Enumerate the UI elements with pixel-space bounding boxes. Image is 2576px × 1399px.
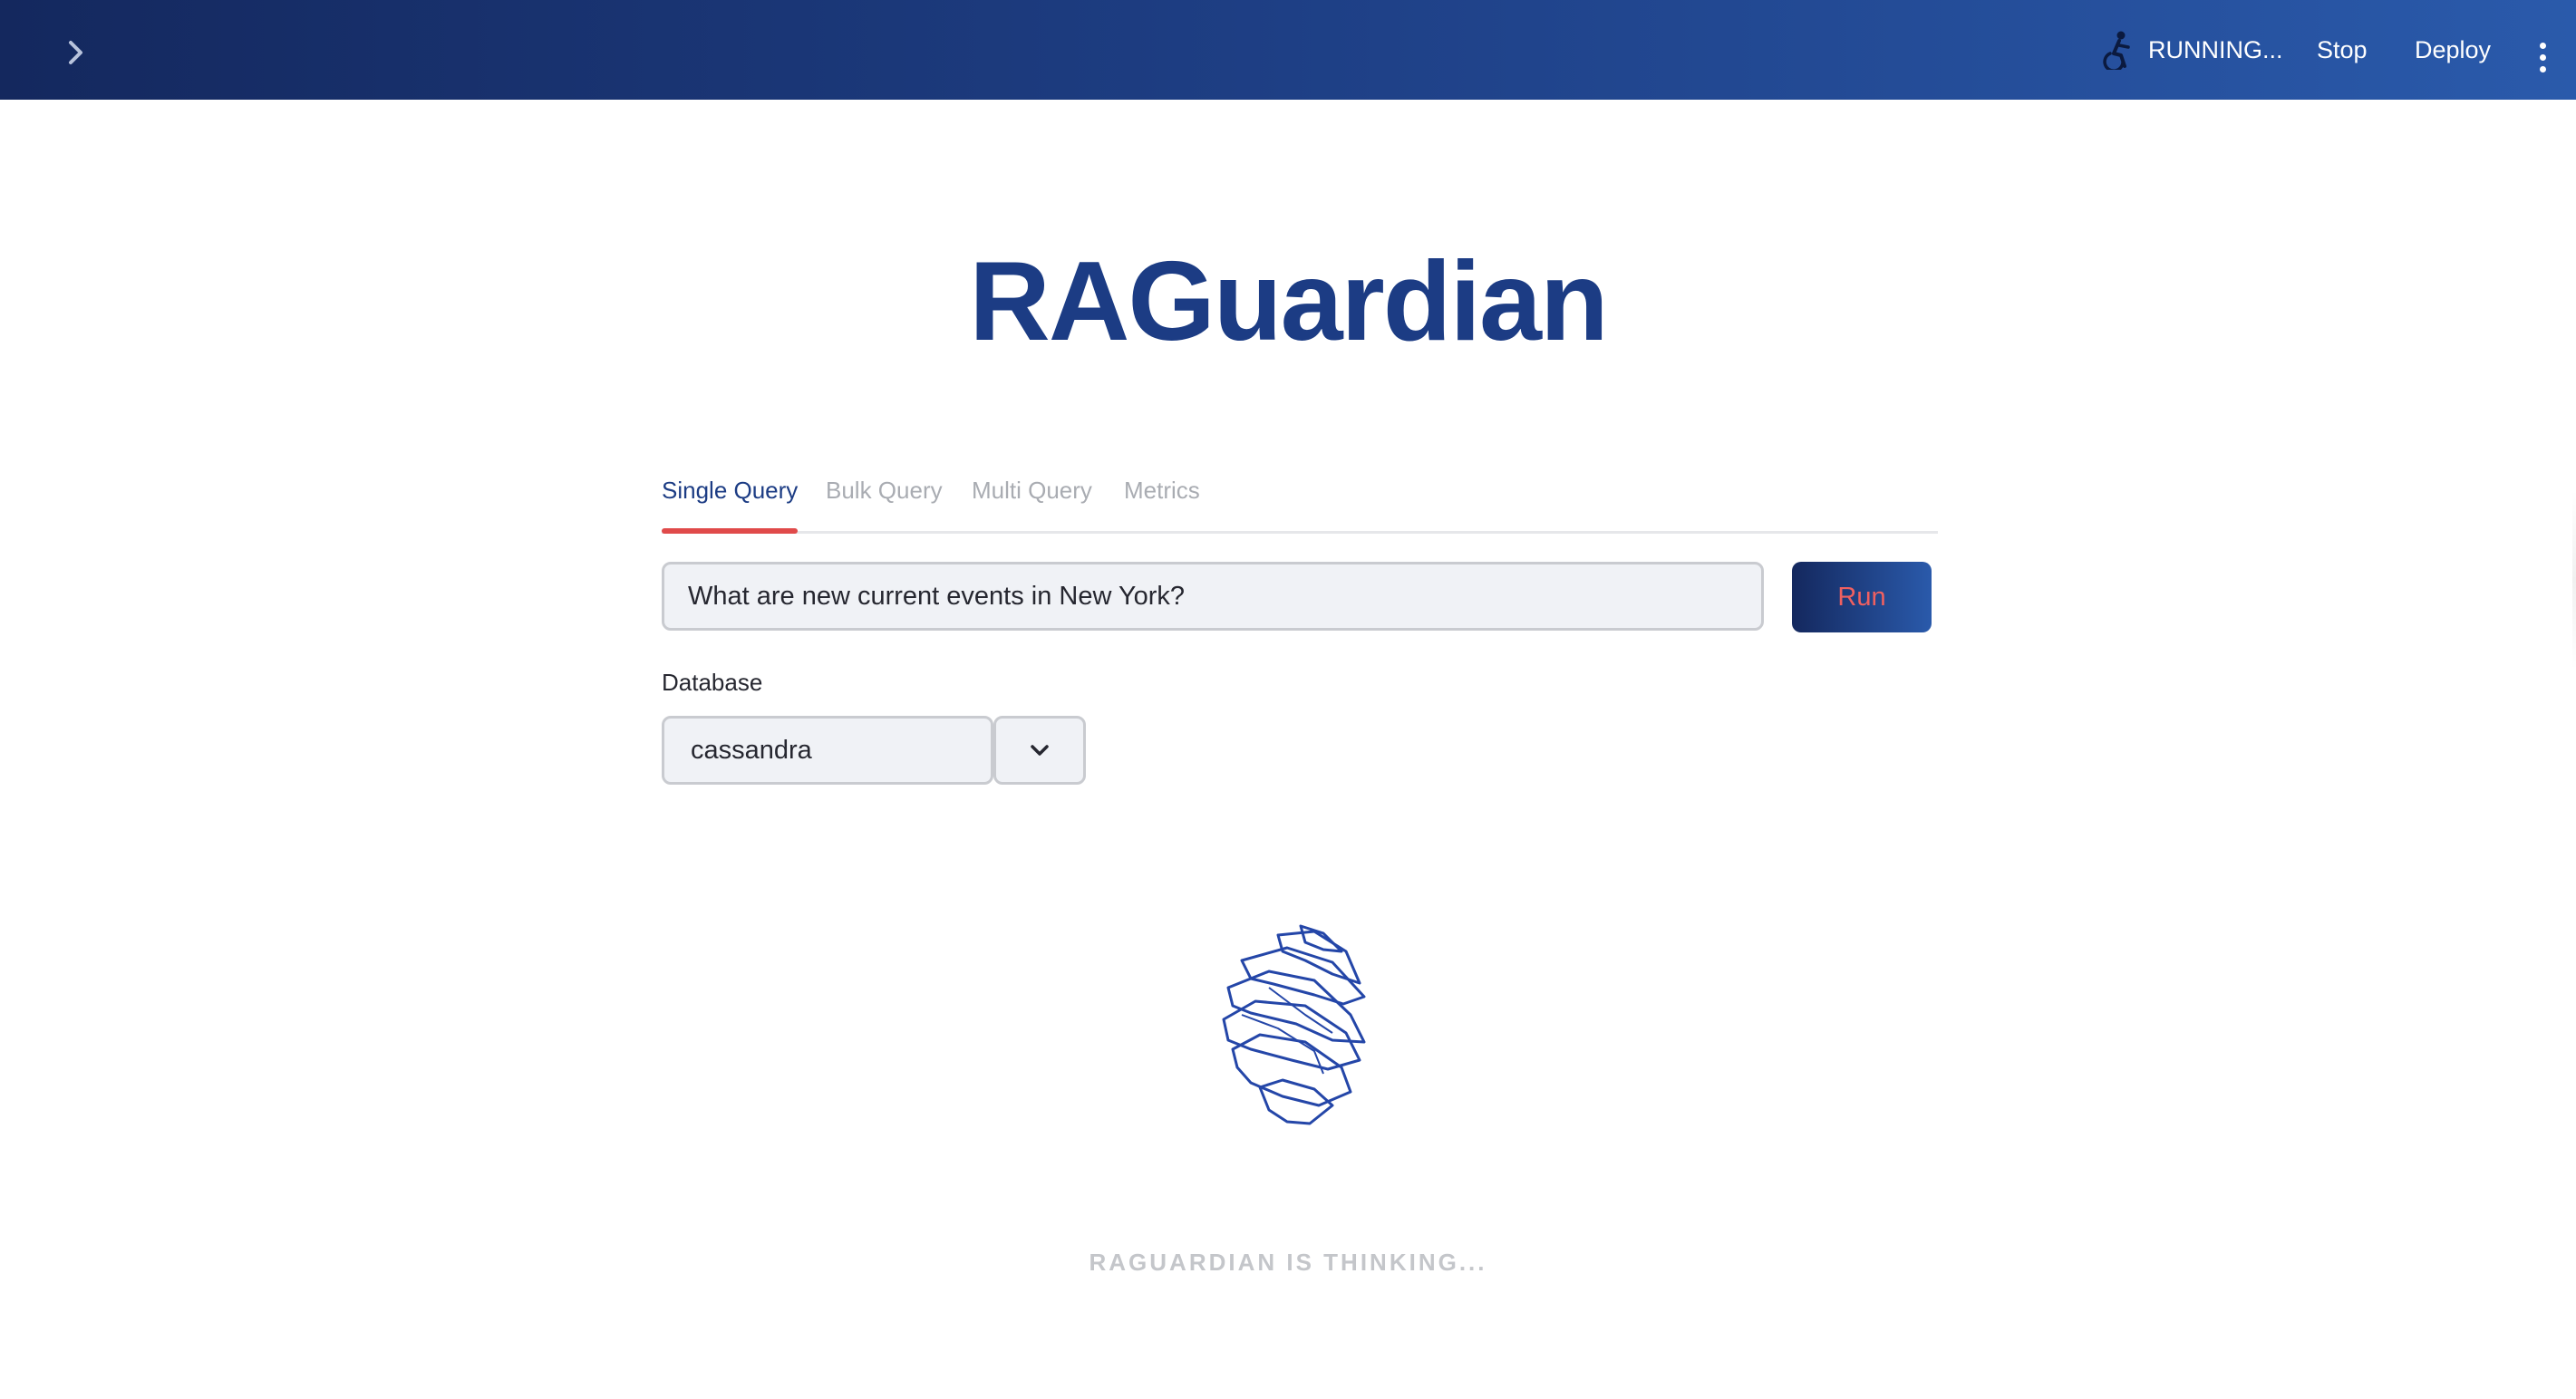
sidebar-toggle-button[interactable] xyxy=(58,34,94,71)
tab-single-query[interactable]: Single Query xyxy=(662,477,799,534)
query-input[interactable] xyxy=(662,562,1764,631)
database-dropdown-button[interactable] xyxy=(993,716,1086,785)
thinking-status-text: RAGUARDIAN IS THINKING... xyxy=(1089,1249,1487,1276)
top-header-bar: RUNNING... Stop Deploy xyxy=(0,0,2576,100)
deploy-button[interactable]: Deploy xyxy=(2415,27,2491,72)
database-select[interactable]: cassandra xyxy=(662,716,993,785)
running-status: RUNNING... xyxy=(2101,27,2283,72)
app-title: RAGuardian xyxy=(969,239,1608,364)
loading-spinner-icon xyxy=(1222,924,1366,1125)
database-selected-value: cassandra xyxy=(691,735,812,765)
chevron-right-icon xyxy=(69,41,82,64)
running-figure-icon xyxy=(2103,31,2130,70)
database-label: Database xyxy=(662,669,763,696)
main-menu-button[interactable] xyxy=(2529,34,2556,80)
run-button[interactable]: Run xyxy=(1792,562,1932,632)
chevron-down-icon xyxy=(1031,745,1049,756)
tab-multi-query[interactable]: Multi Query xyxy=(972,477,1092,531)
tab-bar: Single Query Bulk Query Multi Query Metr… xyxy=(662,471,1938,534)
status-text: RUNNING... xyxy=(2148,35,2283,63)
page-edge-shadow xyxy=(2572,489,2576,671)
stop-button[interactable]: Stop xyxy=(2317,27,2368,72)
tab-bulk-query[interactable]: Bulk Query xyxy=(826,477,943,531)
vertical-dots-icon xyxy=(2539,40,2546,75)
tab-metrics[interactable]: Metrics xyxy=(1124,477,1200,531)
